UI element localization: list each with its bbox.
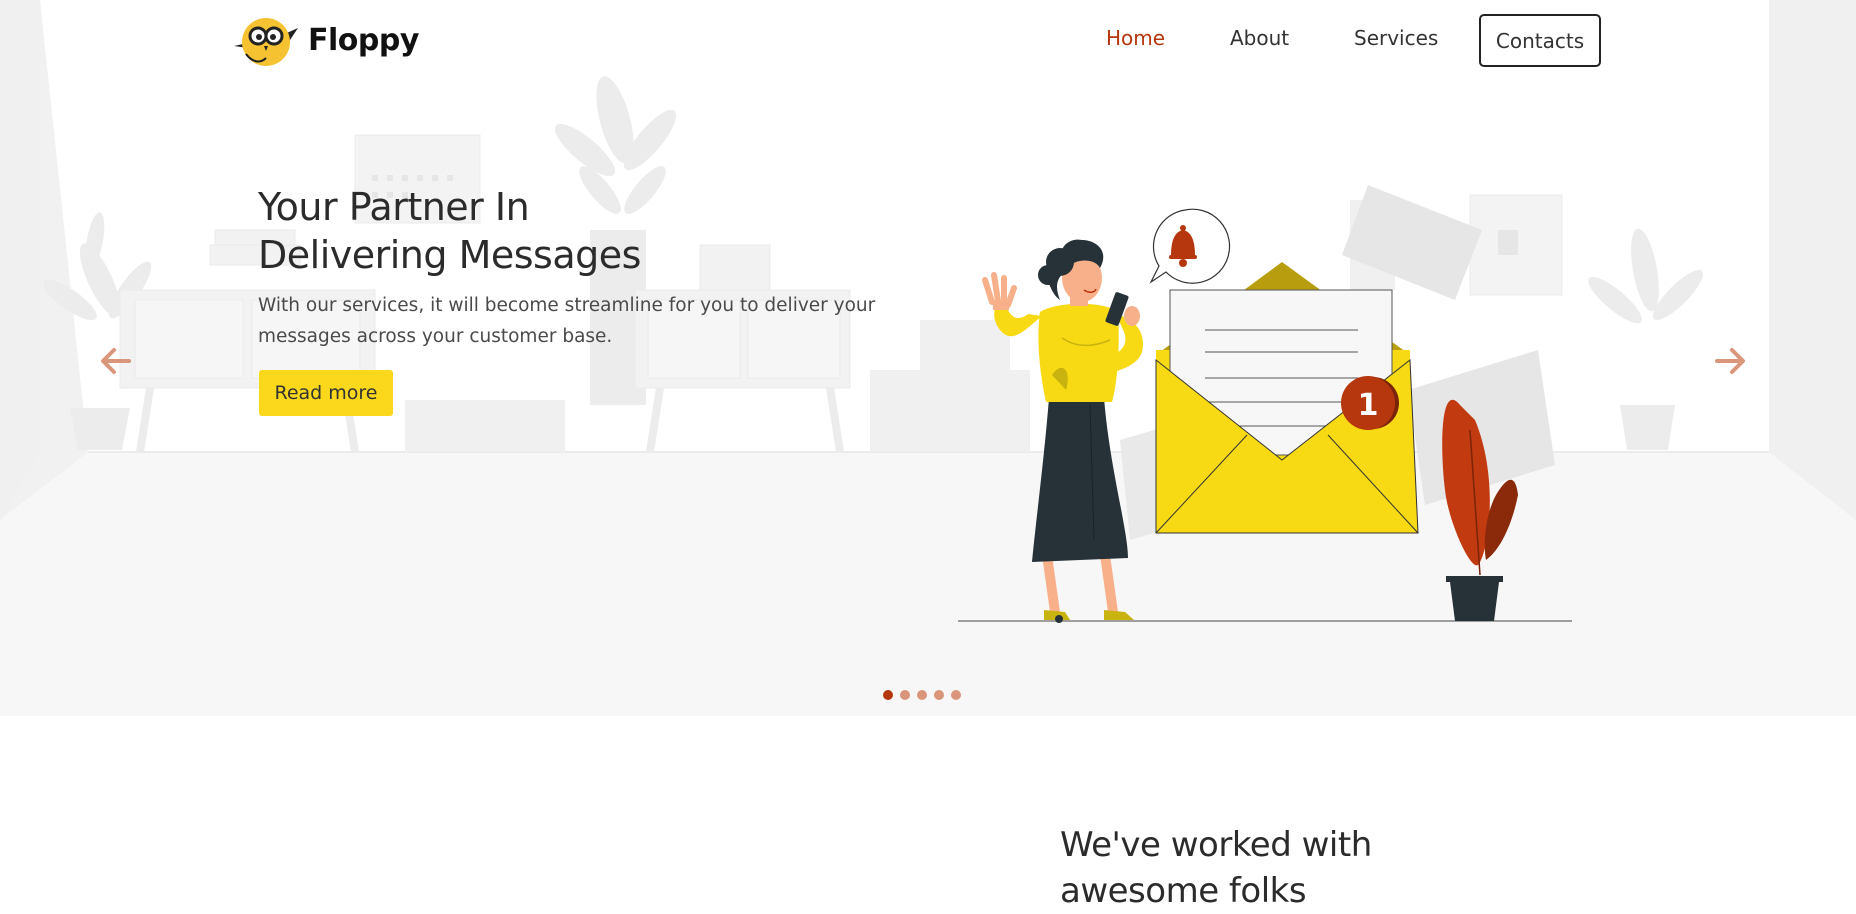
slider-dot[interactable] <box>951 690 961 700</box>
logo[interactable]: Floppy <box>230 14 419 66</box>
brand-name: Floppy <box>308 22 419 58</box>
nav-home[interactable]: Home <box>1106 26 1165 50</box>
woman-illustration <box>982 239 1143 623</box>
slider-dot[interactable] <box>900 690 910 700</box>
clients-section-title: We've worked with awesome folks <box>1060 825 1372 911</box>
hero-description: With our services, it will become stream… <box>258 295 876 347</box>
nav-services[interactable]: Services <box>1354 26 1438 50</box>
slider-dots <box>883 690 961 702</box>
arrow-left-icon[interactable] <box>99 344 133 378</box>
slider-dot[interactable] <box>917 690 927 700</box>
slider-dot[interactable] <box>883 690 893 700</box>
owl-logo-icon <box>234 18 298 66</box>
arrow-right-icon[interactable] <box>1713 344 1747 378</box>
contacts-button[interactable]: Contacts <box>1479 14 1601 67</box>
nav-about[interactable]: About <box>1230 26 1289 50</box>
bell-bubble <box>1149 208 1231 284</box>
notification-count: 1 <box>1358 388 1379 423</box>
hero-title: Your Partner In Delivering Messages <box>258 185 641 277</box>
slider-dot[interactable] <box>934 690 944 700</box>
hero-illustration: 1 <box>958 208 1572 623</box>
read-more-button[interactable]: Read more <box>259 370 393 416</box>
notification-badge: 1 <box>1341 376 1399 430</box>
top-navbar: Floppy Home About Services Contacts <box>0 0 1856 90</box>
plant-illustration <box>1442 399 1518 621</box>
hero-slider: 1 Floppy Home About Services Contacts Yo… <box>0 0 1856 716</box>
